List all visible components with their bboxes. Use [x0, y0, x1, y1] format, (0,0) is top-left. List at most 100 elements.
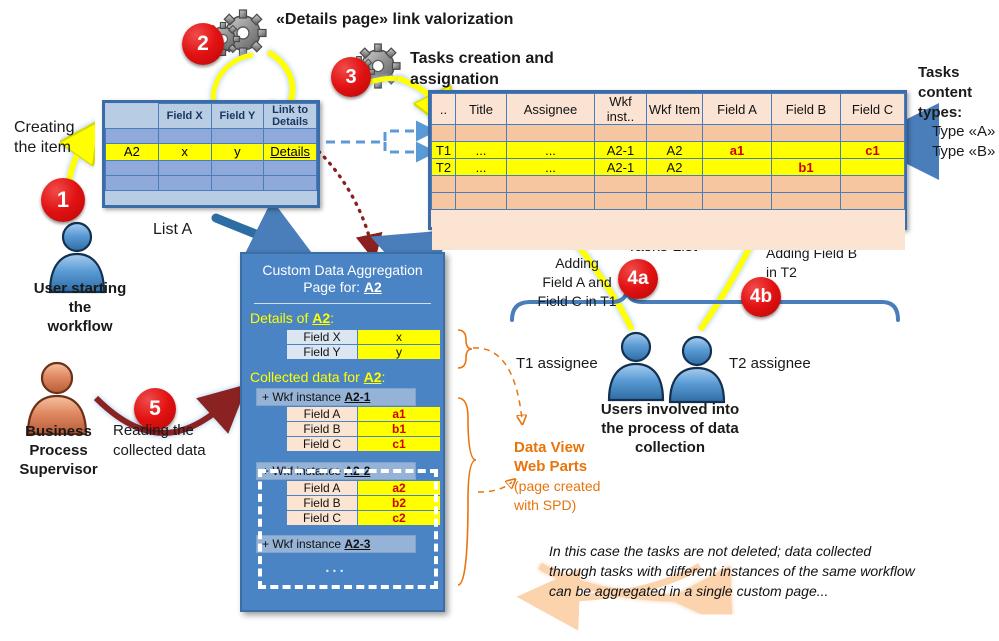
details-value: x	[357, 329, 441, 345]
tasks-cell	[702, 124, 772, 142]
arrow-lista-to-panel	[211, 199, 321, 265]
label-t1-assignee: T1 assignee	[516, 355, 598, 372]
list-a-header-cell-1[interactable]: Field X	[157, 102, 212, 130]
tasks-cell	[594, 192, 647, 210]
wkf-instance-item: A2-1	[344, 390, 371, 404]
list-a-cell	[157, 128, 212, 145]
tasks-cell-wkf-inst: A2-1	[594, 158, 647, 176]
tasks-header-cell-0[interactable]: ..	[431, 93, 456, 125]
details-link[interactable]: Details	[263, 143, 317, 161]
tasks-cell	[506, 192, 595, 210]
tasks-cell	[646, 192, 703, 210]
tasks-cell	[840, 124, 905, 142]
tasks-cell	[594, 175, 647, 193]
step-badge-3: 3	[331, 57, 371, 97]
step-badge-2-label: 2	[197, 32, 209, 55]
avatar-t1-assignee	[607, 331, 665, 402]
details-table: Field X x Field Y y	[286, 329, 441, 360]
panel-title-item: A2	[363, 279, 382, 295]
list-a-cell	[105, 128, 159, 145]
collected-heading-suffix: :	[381, 369, 386, 385]
tasks-cell-wkf-item: A2	[646, 158, 703, 176]
list-a-cell-fieldx: x	[157, 143, 212, 161]
tasks-header-cell-4[interactable]: Wkf Item	[646, 93, 703, 125]
tasks-cell	[646, 124, 703, 142]
tasks-cell	[431, 192, 456, 210]
tasks-cell	[594, 124, 647, 142]
tasks-footer-cell	[431, 209, 905, 250]
list-a-header-cell-2[interactable]: Field Y	[210, 102, 265, 130]
table-row: Field Y y	[286, 344, 441, 360]
tasks-cell	[431, 124, 456, 142]
tasks-cell	[455, 175, 507, 193]
tasks-cell-field-a: a1	[702, 141, 772, 159]
label-users-involved: Users involved into the process of data …	[600, 401, 740, 456]
instance-value: c1	[357, 436, 441, 452]
panel-title: Custom Data Aggregation Page for: A2	[242, 262, 443, 296]
collected-heading-item: A2	[363, 369, 382, 385]
list-a-footer-row	[105, 189, 317, 205]
tasks-header-cell-5[interactable]: Field A	[702, 93, 772, 125]
label-reading-collected-data: Reading the collected data	[113, 422, 206, 459]
tasks-cell-assignee: ...	[506, 158, 595, 176]
dashed-connector-top	[472, 347, 522, 420]
tasks-header-cell-1[interactable]: Title	[455, 93, 507, 125]
tasks-cell-assignee: ...	[506, 141, 595, 159]
label-t2-assignee: T2 assignee	[729, 355, 811, 372]
tasks-cell	[840, 192, 905, 210]
collected-heading: Collected data for A2:	[250, 369, 443, 385]
avatar-t2-assignee	[668, 335, 726, 404]
details-heading-item: A2	[312, 310, 331, 326]
label-business-process-supervisor: Business Process Supervisor	[19, 423, 98, 478]
table-row	[105, 128, 317, 145]
panel-title-line2: Page for: A2	[242, 279, 443, 296]
label-data-view-web-parts: Data View Web Parts	[514, 439, 588, 475]
list-a-header-cell-3[interactable]: Link to Details	[263, 102, 317, 130]
tasks-header-cell-2[interactable]: Assignee	[506, 93, 595, 125]
table-row	[431, 192, 905, 210]
tasks-header-cell-6[interactable]: Field B	[771, 93, 841, 125]
wkf-instance-prefix: + Wkf instance	[262, 390, 345, 404]
panel-title-line1: Custom Data Aggregation	[262, 262, 423, 278]
dashed-highlight-box	[258, 469, 438, 589]
step-badge-5-label: 5	[149, 397, 161, 420]
tasks-cell-title: ...	[455, 158, 507, 176]
collected-heading-prefix: Collected data for	[250, 369, 364, 385]
list-a-cell	[210, 128, 265, 145]
details-heading-suffix: :	[330, 310, 335, 326]
tasks-cell-id: T2	[431, 158, 456, 176]
tasks-cell	[702, 175, 772, 193]
tasks-cell-wkf-item: A2	[646, 141, 703, 159]
list-a-footer-cell	[105, 189, 264, 205]
tasks-list-table[interactable]: .. Title Assignee Wkf inst.. Wkf Item Fi…	[428, 90, 907, 250]
wkf-instance-bar-1[interactable]: + Wkf instance A2-1	[256, 388, 416, 406]
list-a-cell-id: A2	[105, 143, 159, 161]
panel-divider	[254, 303, 431, 304]
table-row	[105, 159, 317, 176]
table-row	[105, 174, 317, 191]
instance-1-table: Field A a1 Field B b1 Field C c1	[286, 406, 441, 452]
step-badge-4b: 4b	[741, 277, 781, 317]
list-a-header-cell-0	[105, 103, 159, 129]
instance-label: Field A	[286, 406, 358, 422]
table-row	[431, 124, 905, 142]
tasks-cell	[455, 124, 507, 142]
list-a-cell-fieldy: y	[210, 143, 265, 161]
dotted-arrow-details-to-page	[311, 144, 383, 262]
table-row	[431, 175, 905, 193]
table-row: Field X x	[286, 329, 441, 345]
tasks-cell	[455, 192, 507, 210]
tasks-header-cell-7[interactable]: Field C	[840, 93, 905, 125]
list-a-table[interactable]: Field X Field Y Link to Details A2 x y D…	[102, 100, 320, 208]
label-creating-the-item: Creating the item	[14, 119, 75, 156]
tasks-cell	[506, 124, 595, 142]
label-details-link-valorization: «Details page» link valorization	[276, 11, 514, 28]
tasks-cell	[771, 192, 841, 210]
list-a-cell	[263, 128, 317, 145]
table-row: Field B b1	[286, 421, 441, 437]
tasks-cell-field-c	[840, 158, 905, 176]
tasks-cell	[646, 175, 703, 193]
tasks-cell	[771, 124, 841, 142]
tasks-header-cell-3[interactable]: Wkf inst..	[594, 93, 647, 125]
tasks-cell-title: ...	[455, 141, 507, 159]
